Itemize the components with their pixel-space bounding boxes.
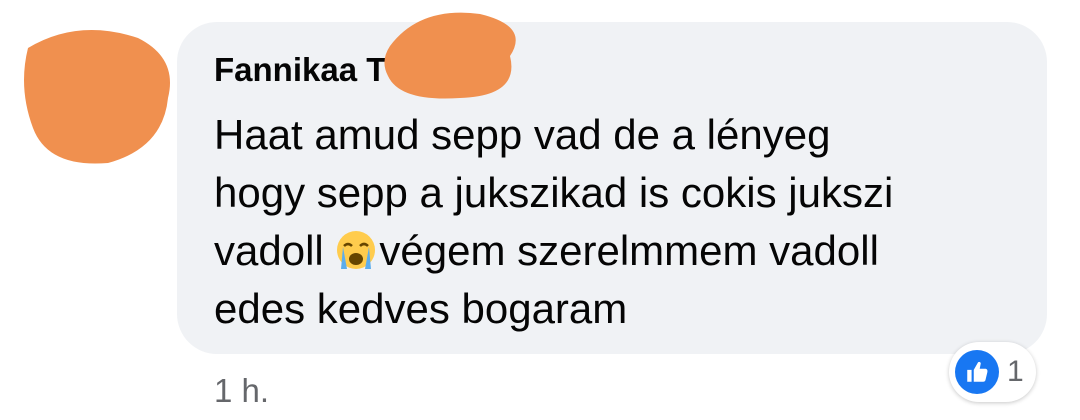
comment-line: edes kedves bogaram [214, 285, 628, 332]
comment-line: hogy sepp a jukszikad is cokis jukszi [214, 169, 894, 216]
loudly-crying-face-icon [337, 231, 376, 269]
comment-timestamp[interactable]: 1 h. [214, 372, 269, 410]
comment-text: Haat amud sepp vad de a lényeg hogy sepp… [214, 106, 1014, 338]
reaction-summary[interactable]: 1 [949, 342, 1036, 402]
comment-author-name[interactable]: Fannikaa T [214, 48, 386, 92]
reaction-count: 1 [1007, 355, 1024, 388]
comment-line: Haat amud sepp vad de a lényeg [214, 111, 831, 158]
avatar-redaction-scribble [24, 30, 170, 164]
comment-line: vadoll végem szerelmmem vadoll [214, 227, 879, 274]
name-redaction-scribble [384, 12, 516, 99]
like-icon [955, 350, 999, 394]
